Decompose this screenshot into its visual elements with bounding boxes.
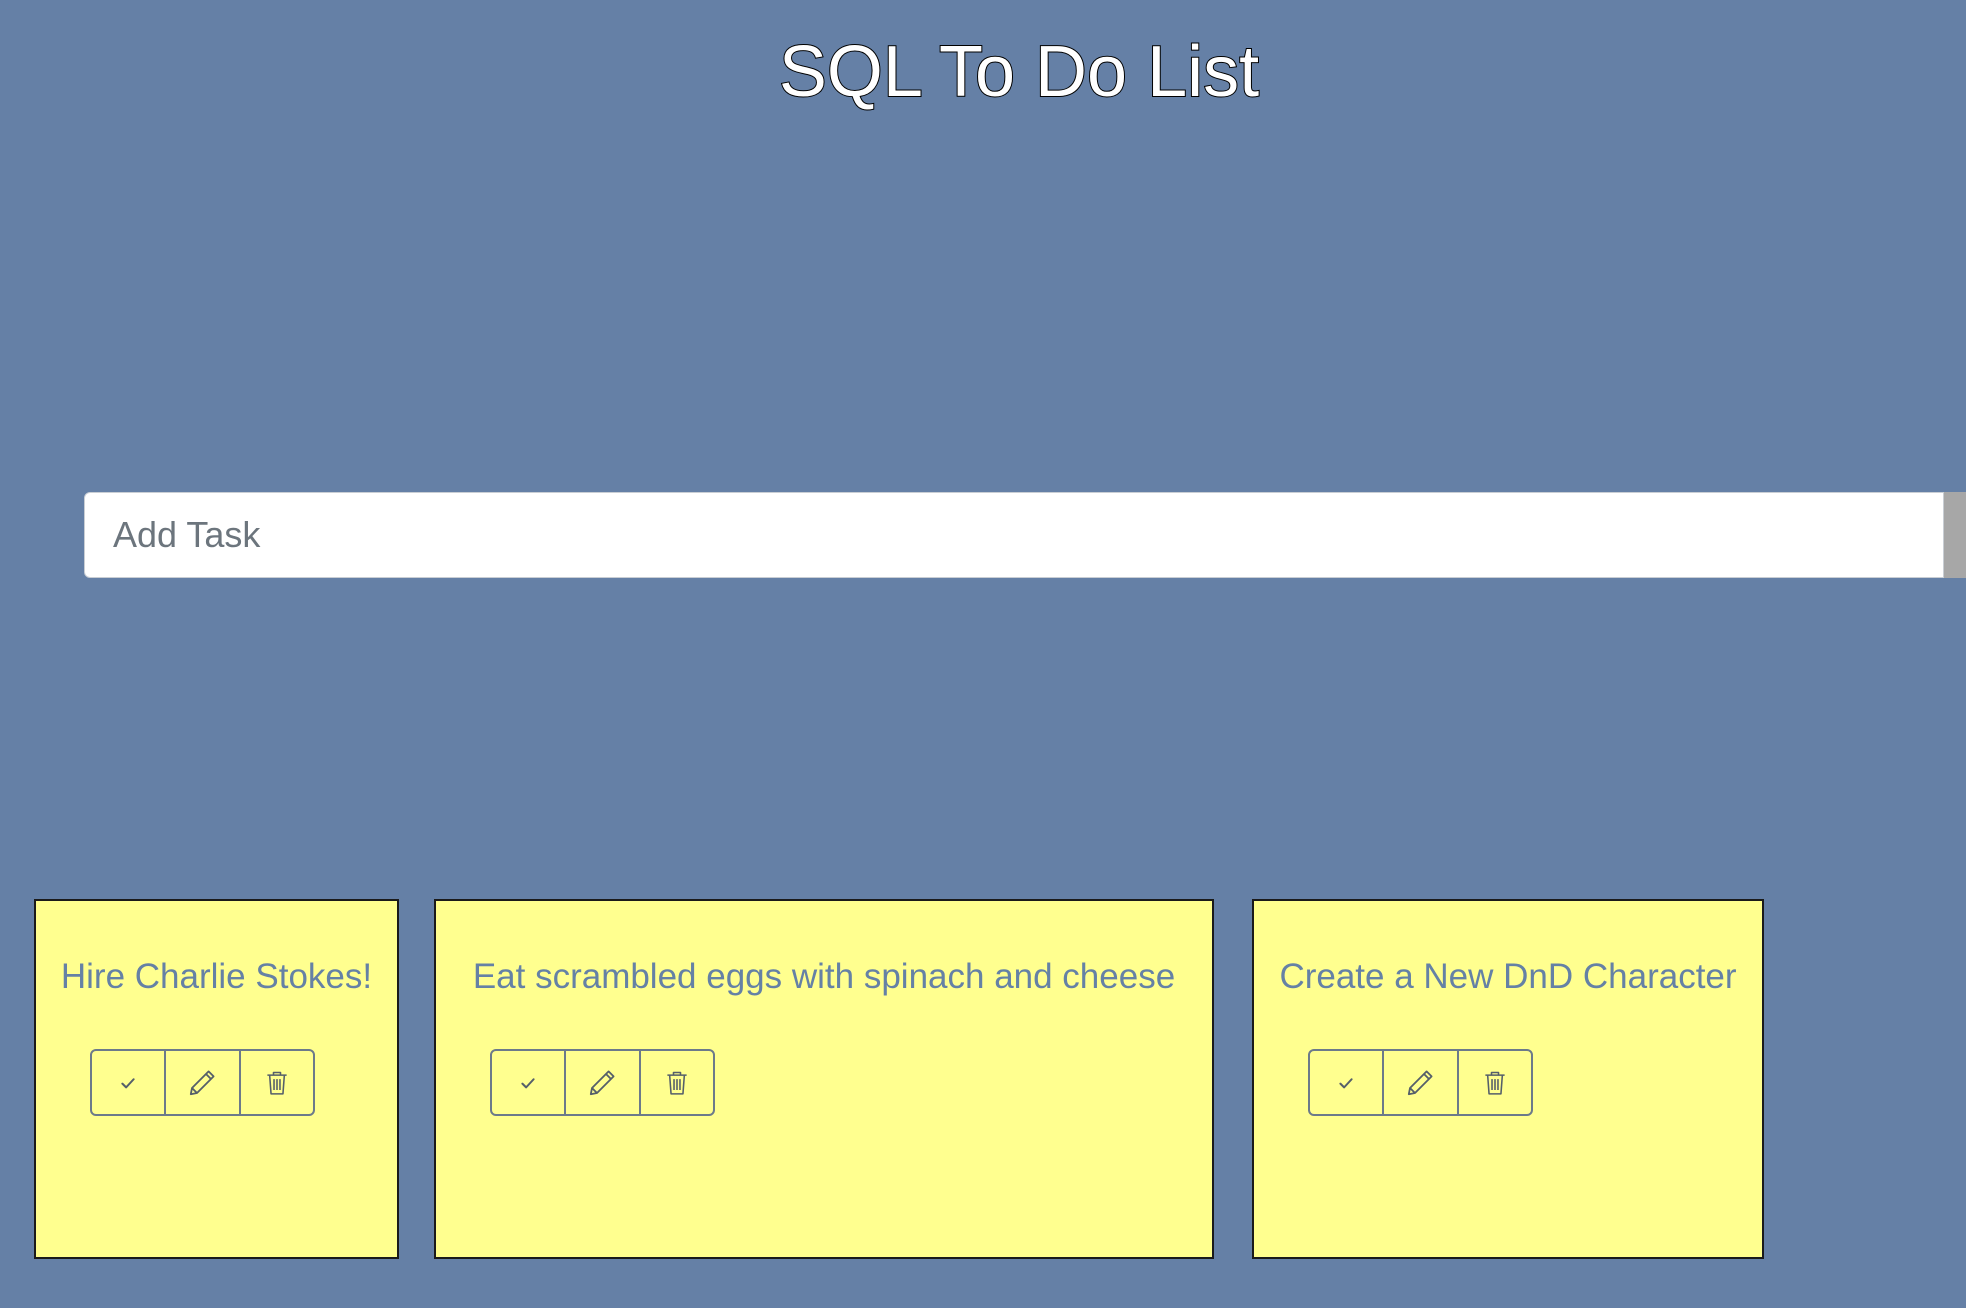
trash-icon: [267, 1071, 287, 1095]
complete-task-button[interactable]: [492, 1051, 567, 1114]
delete-task-button[interactable]: [1459, 1051, 1531, 1114]
trash-icon: [667, 1071, 687, 1095]
page-title: SQL To Do List: [778, 31, 1260, 113]
check-icon: [521, 1077, 535, 1088]
delete-task-button[interactable]: [641, 1051, 713, 1114]
delete-task-button[interactable]: [241, 1051, 313, 1114]
task-card: Create a New DnD Character: [1252, 899, 1764, 1259]
add-task-button[interactable]: [1944, 492, 1966, 578]
task-action-group: [490, 1049, 715, 1116]
trash-icon: [1485, 1071, 1505, 1095]
task-title: Create a New DnD Character: [1279, 957, 1737, 996]
pencil-icon: [1408, 1070, 1433, 1095]
complete-task-button[interactable]: [1310, 1051, 1385, 1114]
task-title: Eat scrambled eggs with spinach and chee…: [472, 957, 1176, 996]
add-task-input[interactable]: [84, 492, 1944, 578]
pencil-icon: [190, 1070, 215, 1095]
pencil-icon: [590, 1070, 615, 1095]
complete-task-button[interactable]: [92, 1051, 167, 1114]
task-title: Hire Charlie Stokes!: [60, 957, 373, 996]
edit-task-button[interactable]: [566, 1051, 641, 1114]
task-action-group: [90, 1049, 315, 1116]
edit-task-button[interactable]: [1384, 1051, 1459, 1114]
check-icon: [121, 1077, 135, 1088]
task-action-group: [1308, 1049, 1533, 1116]
edit-task-button[interactable]: [166, 1051, 241, 1114]
task-card: Hire Charlie Stokes!: [34, 899, 399, 1259]
check-icon: [1339, 1077, 1353, 1088]
task-card: Eat scrambled eggs with spinach and chee…: [434, 899, 1214, 1259]
